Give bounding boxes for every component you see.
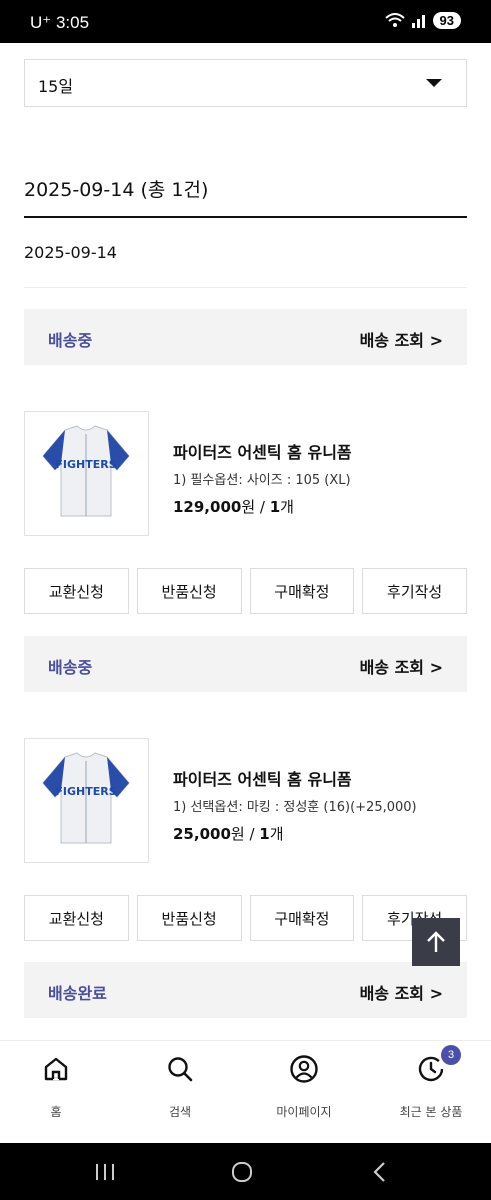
delivery-status-row: 배송완료 배송 조회 > — [24, 962, 467, 1018]
recent-apps-icon[interactable] — [94, 1162, 116, 1182]
exchange-request-button[interactable]: 교환신청 — [24, 568, 129, 614]
home-button-icon[interactable] — [230, 1160, 254, 1184]
quantity-unit: 개 — [280, 498, 294, 516]
quantity: 1 — [269, 498, 281, 516]
wifi-icon — [384, 12, 405, 27]
divider — [24, 287, 467, 288]
nav-recent-label: 최근 본 상품 — [399, 1105, 463, 1119]
nav-search[interactable]: 검색 — [130, 1053, 230, 1120]
order-actions: 교환신청 반품신청 구매확정 후기작성 — [24, 568, 467, 614]
quantity-unit: 개 — [269, 825, 284, 843]
back-icon[interactable] — [370, 1160, 390, 1184]
arrow-up-icon — [427, 931, 445, 952]
bottom-navigation: 홈 검색 마이페이지 3 최근 본 상품 — [0, 1040, 491, 1143]
jersey-image: FIGHTERS — [42, 752, 130, 844]
quantity: 1 — [259, 825, 270, 843]
nav-mypage-label: 마이페이지 — [276, 1105, 332, 1119]
order-date: 2025-09-14 — [24, 243, 117, 262]
track-delivery-link[interactable]: 배송 조회 > — [360, 980, 443, 1004]
search-icon — [168, 1057, 193, 1082]
write-review-button[interactable]: 후기작성 — [362, 568, 467, 614]
order-date-heading: 2025-09-14 (총 1건) — [24, 179, 209, 201]
product-price: 129,000원 / 1개 — [173, 496, 352, 517]
order-product: FIGHTERS 파이터즈 어센틱 홈 유니폼 1) 선택옵션: 마킹 : 정성… — [24, 738, 467, 863]
track-delivery-link[interactable]: 배송 조회 > — [360, 327, 443, 351]
chevron-down-icon — [426, 79, 442, 87]
track-delivery-link[interactable]: 배송 조회 > — [360, 654, 443, 678]
return-request-button[interactable]: 반품신청 — [136, 895, 242, 941]
system-status-bar: U⁺ 3:05 93 — [0, 0, 491, 43]
period-select-value: 15일 — [38, 77, 74, 96]
status-icons: 93 — [384, 12, 461, 29]
nav-home[interactable]: 홈 — [6, 1053, 106, 1120]
delivery-status: 배송중 — [48, 331, 93, 350]
system-navigation-bar — [0, 1143, 491, 1200]
price-unit: 원 / — [241, 498, 270, 516]
delivery-status-row: 배송중 배송 조회 > — [24, 309, 467, 365]
product-name[interactable]: 파이터즈 어센틱 홈 유니폼 — [173, 766, 417, 790]
divider — [24, 216, 467, 218]
product-option: 1) 선택옵션: 마킹 : 정성훈 (16)(+25,000) — [173, 800, 417, 815]
nav-search-label: 검색 — [168, 1105, 192, 1119]
delivery-status: 배송중 — [48, 658, 93, 677]
confirm-purchase-button[interactable]: 구매확정 — [249, 895, 355, 941]
nav-home-label: 홈 — [50, 1105, 62, 1119]
price-amount: 129,000 — [173, 498, 242, 516]
order-product: FIGHTERS 파이터즈 어센틱 홈 유니폼 1) 필수옵션: 사이즈 : 1… — [24, 411, 467, 536]
battery-indicator: 93 — [432, 12, 461, 29]
price-amount: 25,000 — [173, 825, 231, 843]
product-image[interactable]: FIGHTERS — [24, 738, 149, 863]
product-image[interactable]: FIGHTERS — [24, 411, 149, 536]
confirm-purchase-button[interactable]: 구매확정 — [249, 568, 355, 614]
scroll-top-button[interactable] — [412, 918, 460, 966]
recent-count-badge: 3 — [441, 1045, 461, 1065]
nav-recent-products[interactable]: 3 최근 본 상품 — [381, 1045, 481, 1120]
delivery-status: 배송완료 — [48, 984, 107, 1003]
jersey-wordmark: FIGHTERS — [55, 458, 116, 471]
carrier-time: U⁺ 3:05 — [30, 13, 90, 32]
signal-icon — [411, 14, 425, 28]
period-select[interactable]: 15일 — [24, 59, 467, 107]
user-icon — [290, 1055, 318, 1083]
nav-mypage[interactable]: 마이페이지 — [254, 1053, 354, 1120]
return-request-button[interactable]: 반품신청 — [136, 568, 242, 614]
jersey-wordmark: FIGHTERS — [55, 785, 116, 798]
home-icon — [44, 1057, 68, 1081]
product-name[interactable]: 파이터즈 어센틱 홈 유니폼 — [173, 439, 352, 463]
price-unit: 원 / — [230, 825, 260, 843]
delivery-status-row: 배송중 배송 조회 > — [24, 636, 467, 692]
order-actions: 교환신청 반품신청 구매확정 후기작성 — [24, 895, 467, 941]
product-option: 1) 필수옵션: 사이즈 : 105 (XL) — [173, 473, 351, 488]
exchange-request-button[interactable]: 교환신청 — [24, 895, 129, 941]
product-price: 25,000원 / 1개 — [173, 823, 417, 844]
jersey-image: FIGHTERS — [42, 425, 130, 517]
